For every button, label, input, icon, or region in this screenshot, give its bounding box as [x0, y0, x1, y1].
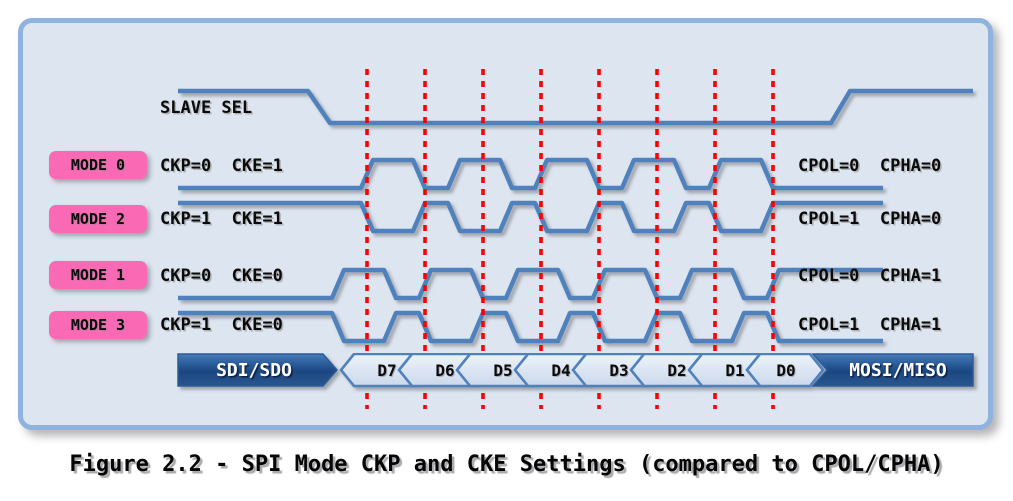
figure-caption: Figure 2.2 - SPI Mode CKP and CKE Settin…: [69, 452, 944, 477]
mode-badge-label: MODE 2: [70, 210, 126, 228]
slave-sel-label: SLAVE SEL: [160, 98, 253, 118]
mosi-miso-block-shape: [811, 353, 974, 387]
cpol-cpha-label-mode-2: CPOL=1 CPHA=0: [798, 209, 942, 229]
cpol-cpha-label-mode-0: CPOL=0 CPHA=0: [798, 156, 942, 176]
ckp-cke-label-mode-3: CKP=1 CKE=0: [160, 315, 283, 335]
mode-badge-label: MODE 1: [70, 266, 126, 284]
clock-waveform-mode-1: [178, 267, 883, 301]
sdi-sdo-block-shape: [177, 353, 338, 387]
spi-timing-diagram: SLAVE SEL MODE 0 CKP=0 CKE=1 CPOL=0 CPHA…: [23, 23, 988, 425]
mode-badge-0[interactable]: MODE 0: [49, 151, 147, 179]
clock-waveform-mode-2: [178, 200, 883, 234]
mode-badge-1[interactable]: MODE 1: [49, 261, 147, 289]
ckp-cke-label-mode-1: CKP=0 CKE=0: [160, 266, 283, 286]
clock-waveform-mode-0: [178, 157, 883, 191]
cpol-cpha-label-mode-1: CPOL=0 CPHA=1: [798, 266, 942, 286]
data-bit-shape: [745, 353, 825, 388]
cpol-cpha-label-mode-3: CPOL=1 CPHA=1: [798, 315, 942, 335]
ckp-cke-label-mode-0: CKP=0 CKE=1: [160, 156, 283, 176]
mode-badge-3[interactable]: MODE 3: [49, 311, 147, 339]
data-bus-row: SDI/SDO D7 D6 D5 D4 D3 D2 D1 D0 MOSI/MIS…: [23, 353, 988, 397]
slave-sel-waveform: [178, 88, 973, 126]
mode-badge-label: MODE 0: [70, 156, 126, 174]
ckp-cke-label-mode-2: CKP=1 CKE=1: [160, 209, 283, 229]
mode-badge-label: MODE 3: [70, 316, 126, 334]
clock-waveform-mode-3: [178, 310, 883, 344]
mode-badge-2[interactable]: MODE 2: [49, 205, 147, 233]
figure-panel: SLAVE SEL MODE 0 CKP=0 CKE=1 CPOL=0 CPHA…: [18, 18, 993, 430]
